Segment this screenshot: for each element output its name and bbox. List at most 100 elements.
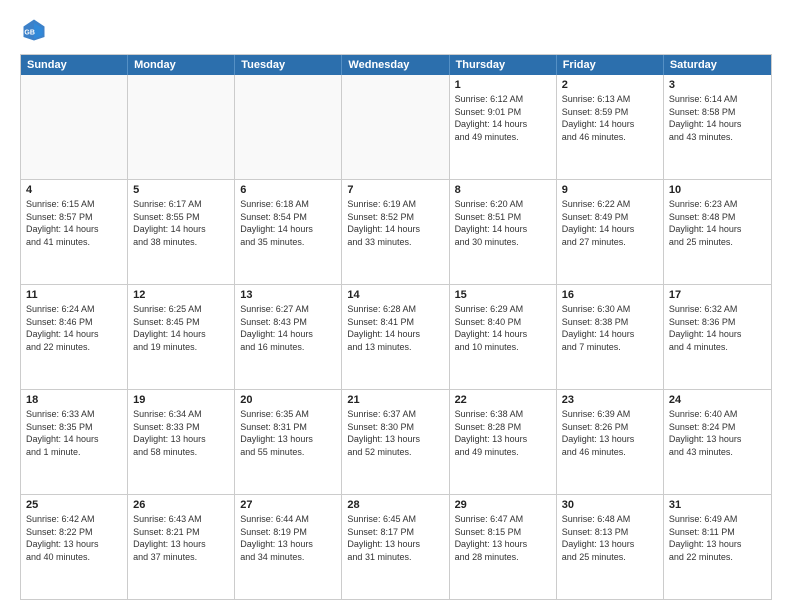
day-number: 11 [26,289,122,301]
weekday-monday: Monday [128,55,235,75]
weekday-saturday: Saturday [664,55,771,75]
day-cell-23: 23 Sunrise: 6:39 AM Sunset: 8:26 PM Dayli… [557,390,664,494]
day-cell-11: 11Sunrise: 6:24 AM Sunset: 8:46 PM Dayli… [21,285,128,389]
day-number: 5 [133,184,229,196]
calendar-row-5: 25 Sunrise: 6:42 AM Sunset: 8:22 PM Dayli… [21,494,771,599]
day-cell-8: 8Sunrise: 6:20 AM Sunset: 8:51 PM Daylig… [450,180,557,284]
empty-cell-0-0 [21,75,128,179]
day-cell-10: 10 Sunrise: 6:23 AM Sunset: 8:48 PM Dayli… [664,180,771,284]
day-number: 20 [240,394,336,406]
day-info: Sunrise: 6:25 AM Sunset: 8:45 PM Dayligh… [133,303,229,353]
day-number: 15 [455,289,551,301]
logo-icon: GB [20,16,48,44]
day-cell-22: 22 Sunrise: 6:38 AM Sunset: 8:28 PM Dayli… [450,390,557,494]
day-cell-15: 15 Sunrise: 6:29 AM Sunset: 8:40 PM Dayli… [450,285,557,389]
day-number: 16 [562,289,658,301]
day-info: Sunrise: 6:49 AM Sunset: 8:11 PM Dayligh… [669,513,766,563]
day-cell-3: 3Sunrise: 6:14 AM Sunset: 8:58 PM Daylig… [664,75,771,179]
day-number: 26 [133,499,229,511]
calendar-row-1: 1 Sunrise: 6:12 AM Sunset: 9:01 PM Daylig… [21,75,771,179]
day-cell-17: 17Sunrise: 6:32 AM Sunset: 8:36 PM Dayli… [664,285,771,389]
day-number: 31 [669,499,766,511]
day-info: Sunrise: 6:33 AM Sunset: 8:35 PM Dayligh… [26,408,122,458]
day-cell-6: 6 Sunrise: 6:18 AM Sunset: 8:54 PM Daylig… [235,180,342,284]
day-number: 10 [669,184,766,196]
weekday-sunday: Sunday [21,55,128,75]
calendar-row-4: 18 Sunrise: 6:33 AM Sunset: 8:35 PM Dayli… [21,389,771,494]
day-number: 7 [347,184,443,196]
day-cell-1: 1 Sunrise: 6:12 AM Sunset: 9:01 PM Daylig… [450,75,557,179]
day-number: 21 [347,394,443,406]
calendar-row-3: 11Sunrise: 6:24 AM Sunset: 8:46 PM Dayli… [21,284,771,389]
weekday-wednesday: Wednesday [342,55,449,75]
day-info: Sunrise: 6:42 AM Sunset: 8:22 PM Dayligh… [26,513,122,563]
calendar-header: SundayMondayTuesdayWednesdayThursdayFrid… [21,55,771,75]
day-cell-24: 24 Sunrise: 6:40 AM Sunset: 8:24 PM Dayli… [664,390,771,494]
day-cell-13: 13Sunrise: 6:27 AM Sunset: 8:43 PM Dayli… [235,285,342,389]
weekday-friday: Friday [557,55,664,75]
day-cell-4: 4Sunrise: 6:15 AM Sunset: 8:57 PM Daylig… [21,180,128,284]
day-cell-18: 18 Sunrise: 6:33 AM Sunset: 8:35 PM Dayli… [21,390,128,494]
day-info: Sunrise: 6:45 AM Sunset: 8:17 PM Dayligh… [347,513,443,563]
day-cell-21: 21 Sunrise: 6:37 AM Sunset: 8:30 PM Dayli… [342,390,449,494]
day-number: 6 [240,184,336,196]
day-cell-19: 19 Sunrise: 6:34 AM Sunset: 8:33 PM Dayli… [128,390,235,494]
day-info: Sunrise: 6:19 AM Sunset: 8:52 PM Dayligh… [347,198,443,248]
day-info: Sunrise: 6:13 AM Sunset: 8:59 PM Dayligh… [562,93,658,143]
weekday-thursday: Thursday [450,55,557,75]
day-cell-31: 31 Sunrise: 6:49 AM Sunset: 8:11 PM Dayli… [664,495,771,599]
day-info: Sunrise: 6:38 AM Sunset: 8:28 PM Dayligh… [455,408,551,458]
day-number: 19 [133,394,229,406]
day-info: Sunrise: 6:14 AM Sunset: 8:58 PM Dayligh… [669,93,766,143]
day-info: Sunrise: 6:37 AM Sunset: 8:30 PM Dayligh… [347,408,443,458]
day-cell-16: 16Sunrise: 6:30 AM Sunset: 8:38 PM Dayli… [557,285,664,389]
day-cell-2: 2Sunrise: 6:13 AM Sunset: 8:59 PM Daylig… [557,75,664,179]
day-cell-7: 7 Sunrise: 6:19 AM Sunset: 8:52 PM Daylig… [342,180,449,284]
day-info: Sunrise: 6:27 AM Sunset: 8:43 PM Dayligh… [240,303,336,353]
day-number: 9 [562,184,658,196]
calendar-row-2: 4Sunrise: 6:15 AM Sunset: 8:57 PM Daylig… [21,179,771,284]
day-info: Sunrise: 6:48 AM Sunset: 8:13 PM Dayligh… [562,513,658,563]
day-info: Sunrise: 6:28 AM Sunset: 8:41 PM Dayligh… [347,303,443,353]
day-info: Sunrise: 6:20 AM Sunset: 8:51 PM Dayligh… [455,198,551,248]
calendar: SundayMondayTuesdayWednesdayThursdayFrid… [20,54,772,600]
empty-cell-0-2 [235,75,342,179]
page: GB SundayMondayTuesdayWednesdayThursdayF… [0,0,792,612]
day-cell-27: 27 Sunrise: 6:44 AM Sunset: 8:19 PM Dayli… [235,495,342,599]
day-number: 4 [26,184,122,196]
day-cell-14: 14 Sunrise: 6:28 AM Sunset: 8:41 PM Dayli… [342,285,449,389]
day-cell-25: 25 Sunrise: 6:42 AM Sunset: 8:22 PM Dayli… [21,495,128,599]
day-info: Sunrise: 6:12 AM Sunset: 9:01 PM Dayligh… [455,93,551,143]
day-number: 23 [562,394,658,406]
day-number: 30 [562,499,658,511]
day-number: 22 [455,394,551,406]
day-info: Sunrise: 6:39 AM Sunset: 8:26 PM Dayligh… [562,408,658,458]
day-number: 14 [347,289,443,301]
day-info: Sunrise: 6:43 AM Sunset: 8:21 PM Dayligh… [133,513,229,563]
day-info: Sunrise: 6:18 AM Sunset: 8:54 PM Dayligh… [240,198,336,248]
day-number: 29 [455,499,551,511]
day-info: Sunrise: 6:29 AM Sunset: 8:40 PM Dayligh… [455,303,551,353]
day-cell-29: 29Sunrise: 6:47 AM Sunset: 8:15 PM Dayli… [450,495,557,599]
weekday-tuesday: Tuesday [235,55,342,75]
empty-cell-0-1 [128,75,235,179]
svg-text:GB: GB [24,29,35,36]
day-number: 27 [240,499,336,511]
day-number: 1 [455,79,551,91]
day-number: 18 [26,394,122,406]
day-cell-30: 30 Sunrise: 6:48 AM Sunset: 8:13 PM Dayli… [557,495,664,599]
day-cell-28: 28Sunrise: 6:45 AM Sunset: 8:17 PM Dayli… [342,495,449,599]
day-info: Sunrise: 6:32 AM Sunset: 8:36 PM Dayligh… [669,303,766,353]
day-cell-5: 5Sunrise: 6:17 AM Sunset: 8:55 PM Daylig… [128,180,235,284]
day-cell-20: 20Sunrise: 6:35 AM Sunset: 8:31 PM Dayli… [235,390,342,494]
header: GB [20,16,772,44]
day-number: 24 [669,394,766,406]
day-info: Sunrise: 6:34 AM Sunset: 8:33 PM Dayligh… [133,408,229,458]
day-info: Sunrise: 6:40 AM Sunset: 8:24 PM Dayligh… [669,408,766,458]
day-info: Sunrise: 6:22 AM Sunset: 8:49 PM Dayligh… [562,198,658,248]
day-info: Sunrise: 6:23 AM Sunset: 8:48 PM Dayligh… [669,198,766,248]
day-info: Sunrise: 6:44 AM Sunset: 8:19 PM Dayligh… [240,513,336,563]
day-number: 25 [26,499,122,511]
calendar-body: 1 Sunrise: 6:12 AM Sunset: 9:01 PM Daylig… [21,75,771,599]
day-cell-12: 12Sunrise: 6:25 AM Sunset: 8:45 PM Dayli… [128,285,235,389]
